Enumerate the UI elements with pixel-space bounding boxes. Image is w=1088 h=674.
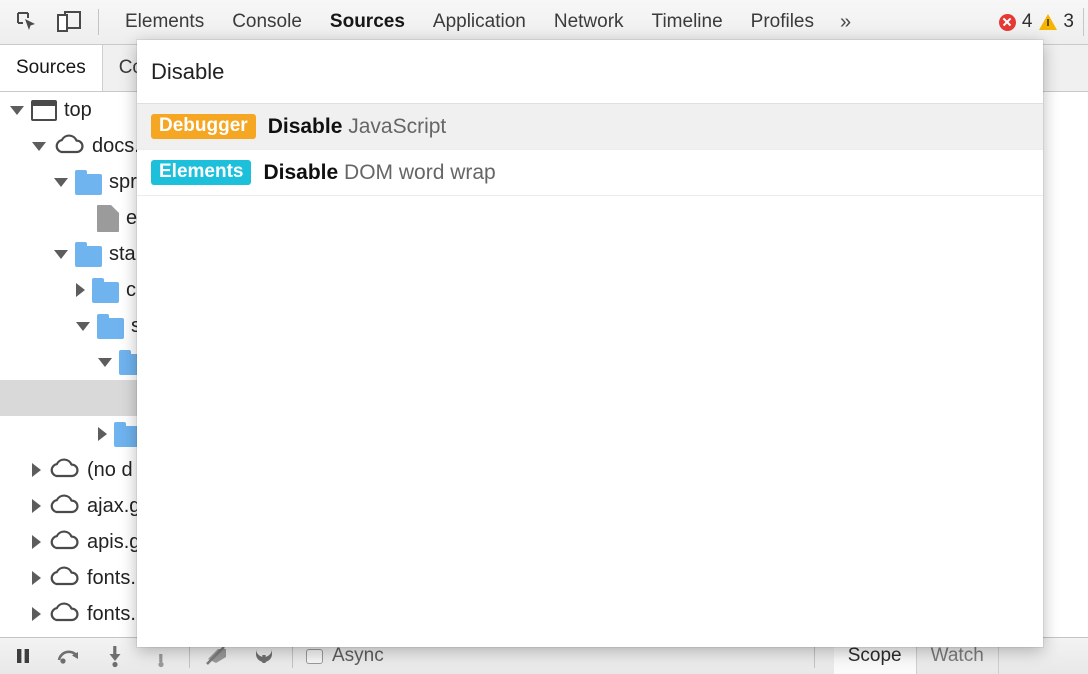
- result-category-badge: Debugger: [151, 114, 256, 140]
- cloud-icon: [48, 601, 80, 628]
- window-icon: [31, 100, 57, 121]
- tab-application[interactable]: Application: [419, 7, 540, 37]
- chevron-right-icon[interactable]: [32, 607, 41, 621]
- cloud-icon: [48, 529, 80, 556]
- toolbar-end-divider: [1083, 8, 1084, 36]
- error-count: 4: [1022, 11, 1033, 33]
- chevron-down-icon[interactable]: [54, 178, 68, 187]
- result-label: Disable JavaScript: [268, 115, 447, 139]
- debugger-divider-1: [189, 644, 190, 668]
- folder-icon: [75, 246, 102, 267]
- debugger-divider-3: [814, 644, 815, 668]
- command-palette-results[interactable]: Debugger Disable JavaScript Elements Disabl…: [137, 104, 1043, 647]
- cloud-icon: [48, 457, 80, 484]
- cloud-icon: [48, 493, 80, 520]
- tree-row-label: sta: [109, 243, 136, 266]
- result-label-rest: DOM word wrap: [338, 161, 496, 184]
- chevron-right-icon[interactable]: [76, 283, 85, 297]
- warning-icon: [1039, 14, 1057, 30]
- tab-console[interactable]: Console: [218, 7, 316, 37]
- tree-row-label: fonts.: [87, 567, 136, 590]
- result-label: Disable DOM word wrap: [263, 161, 495, 185]
- tab-profiles[interactable]: Profiles: [737, 7, 828, 37]
- async-label: Async: [332, 645, 384, 667]
- command-palette-input-row: [137, 40, 1043, 104]
- devtools-toolbar: Elements Console Sources Application Net…: [0, 0, 1088, 45]
- inspect-element-icon[interactable]: [12, 7, 42, 37]
- tree-row-label: spr: [109, 171, 137, 194]
- toolbar-icon-group: [0, 7, 84, 37]
- more-tabs-chevron-icon[interactable]: »: [828, 7, 863, 38]
- command-palette-dialog[interactable]: Debugger Disable JavaScript Elements Disabl…: [137, 40, 1043, 647]
- chevron-down-icon[interactable]: [32, 142, 46, 151]
- pause-script-icon[interactable]: [0, 639, 46, 673]
- tab-sources[interactable]: Sources: [316, 7, 419, 37]
- tab-network[interactable]: Network: [540, 7, 638, 37]
- tree-spacer: [76, 214, 90, 223]
- device-toolbar-icon[interactable]: [54, 7, 84, 37]
- tree-row-label: ajax.g: [87, 495, 140, 518]
- error-counter[interactable]: 4: [999, 11, 1033, 33]
- chevron-right-icon[interactable]: [32, 571, 41, 585]
- chevron-down-icon[interactable]: [98, 358, 112, 367]
- debugger-divider-2: [292, 644, 293, 668]
- panel-tab-bar: Elements Console Sources Application Net…: [111, 7, 863, 38]
- chevron-right-icon[interactable]: [32, 499, 41, 513]
- result-category-badge: Elements: [151, 160, 251, 186]
- cloud-icon: [48, 565, 80, 592]
- chevron-right-icon[interactable]: [32, 463, 41, 477]
- toolbar-divider: [98, 9, 99, 35]
- tab-elements[interactable]: Elements: [111, 7, 218, 37]
- result-label-match: Disable: [263, 161, 338, 184]
- step-over-icon[interactable]: [46, 639, 92, 673]
- chevron-right-icon[interactable]: [98, 427, 107, 441]
- devtools-window: Elements Console Sources Application Net…: [0, 0, 1088, 674]
- chevron-right-icon[interactable]: [32, 535, 41, 549]
- async-checkbox[interactable]: Async: [306, 645, 384, 667]
- document-icon: [97, 205, 119, 232]
- folder-icon: [92, 282, 119, 303]
- chevron-down-icon[interactable]: [76, 322, 90, 331]
- tree-row-label: docs.: [92, 135, 140, 158]
- issue-counters: 4 3: [999, 11, 1088, 33]
- tree-row-label: e: [126, 207, 137, 230]
- result-label-rest: JavaScript: [342, 115, 446, 138]
- error-icon: [999, 14, 1016, 31]
- command-palette-result[interactable]: Elements Disable DOM word wrap: [137, 150, 1043, 196]
- warning-counter[interactable]: 3: [1039, 11, 1074, 33]
- chevron-down-icon[interactable]: [10, 106, 24, 115]
- tree-row-label: fonts.: [87, 603, 136, 626]
- tree-row-label: c: [126, 279, 136, 302]
- async-checkbox-box[interactable]: [306, 649, 323, 664]
- cloud-icon: [53, 133, 85, 160]
- tree-row-label: top: [64, 99, 92, 122]
- subtab-sources[interactable]: Sources: [0, 45, 103, 91]
- command-palette-result[interactable]: Debugger Disable JavaScript: [137, 104, 1043, 150]
- tab-timeline[interactable]: Timeline: [638, 7, 737, 37]
- tree-row-label: apis.g: [87, 531, 140, 554]
- tree-row-label: (no d: [87, 459, 133, 482]
- command-palette-input[interactable]: [151, 59, 1029, 85]
- result-label-match: Disable: [268, 115, 343, 138]
- folder-icon: [75, 174, 102, 195]
- warning-count: 3: [1063, 11, 1074, 33]
- step-into-icon[interactable]: [92, 639, 138, 673]
- folder-icon: [97, 318, 124, 339]
- chevron-down-icon[interactable]: [54, 250, 68, 259]
- tree-spacer: [98, 394, 112, 403]
